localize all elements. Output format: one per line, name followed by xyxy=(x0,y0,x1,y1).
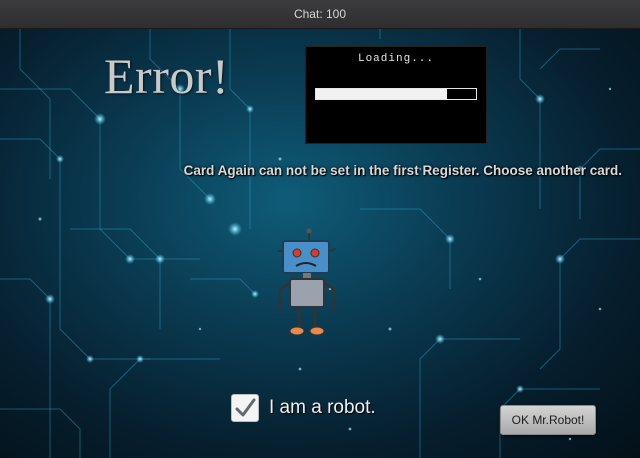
robot-icon xyxy=(277,228,337,336)
progress-bar xyxy=(315,88,477,100)
loading-panel: Loading... xyxy=(305,46,487,144)
error-screen: Error! Loading... Card Again can not be … xyxy=(0,29,640,458)
robot-checkbox-row[interactable]: I am a robot. xyxy=(231,391,376,425)
window-title: Chat: 100 xyxy=(0,0,640,29)
error-message: Card Again can not be set in the first R… xyxy=(183,163,622,178)
loading-text: Loading... xyxy=(357,53,434,65)
checkmark-icon xyxy=(235,398,256,417)
ok-button[interactable]: OK Mr.Robot! xyxy=(500,405,596,435)
robot-checkbox[interactable] xyxy=(231,394,259,422)
progress-fill xyxy=(316,89,448,99)
error-title: Error! xyxy=(104,48,230,104)
robot-checkbox-label[interactable]: I am a robot. xyxy=(269,397,376,419)
app-window: Chat: 100 Error! Loading... Card Again c… xyxy=(0,0,640,458)
